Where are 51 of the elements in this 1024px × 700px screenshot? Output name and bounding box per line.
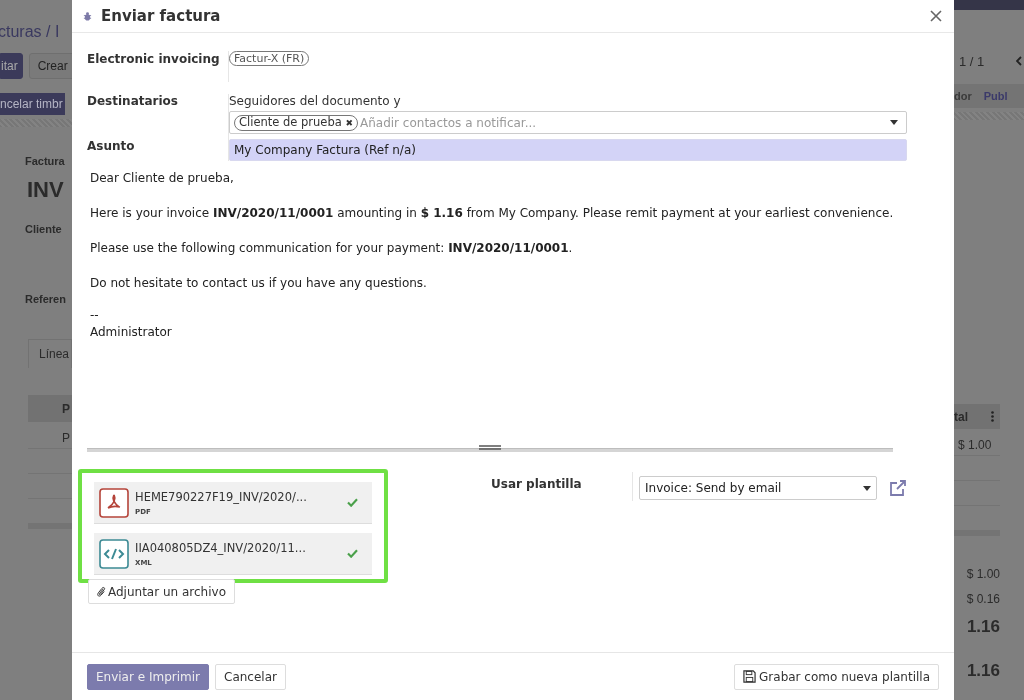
send-print-button[interactable]: Enviar e Imprimir [87,663,209,690]
recipients-field[interactable]: Cliente de prueba ✖ Añadir contactos a notificar... [229,111,907,134]
signature-line: Administrator [90,324,173,341]
body-paragraph: Here is your invoice INV/2020/11/0001 amounting in $ 1.16 from My Company. Please remit payment at your earliest convenience. [90,206,895,220]
code-file-icon [99,538,129,569]
total-amount: $ 1.00 [966,566,1000,583]
body-paragraph: Dear Cliente de prueba, [90,171,235,185]
external-link-icon[interactable] [889,479,907,497]
pager-text: 1 / 1 [959,53,985,69]
bug-icon [83,11,92,21]
field-label: Usar plantilla [491,472,633,501]
paperclip-icon [97,586,106,597]
form-label: Factura [25,155,65,167]
cancel-button[interactable]: Cancelar [215,663,286,690]
recipients-note: Seguidores del documento y [229,94,401,108]
striped-bar [0,119,72,127]
striped-bar [954,112,1024,120]
save-template-button[interactable]: Grabar como nueva plantilla [734,663,939,690]
subject-field[interactable]: My Company Factura (Ref n/a) [229,139,907,161]
chevron-left-icon[interactable] [1016,56,1023,66]
customer-label: Cliente [25,223,62,235]
total-amount: 1.16 [966,660,1000,682]
pdf-file-icon [99,487,129,518]
reference-label: Referen [25,293,66,305]
field-label: Electronic invoicing [87,51,229,82]
attachment-name: HEME790227F19_INV/2020/... [135,489,308,504]
attach-file-button[interactable]: Adjuntar un archivo [88,579,235,604]
record-name: INV [27,177,64,203]
attachment-name: IIA040805DZ4_INV/2020/11... [135,540,307,555]
close-icon[interactable] [930,10,942,22]
table-header: P [28,395,72,422]
body-paragraph: Do not hesitate to contact us if you have any questions. [90,276,428,290]
template-select[interactable]: Invoice: Send by email [639,476,877,500]
table-header: tal [954,403,1000,430]
toolbar-button[interactable]: Crear [28,53,72,79]
caret-icon [890,120,898,125]
body-paragraph: Please use the following communication for your payment: INV/2020/11/0001. [90,241,574,255]
caret-icon [863,485,871,491]
table-cell-text: $ 1.00 [958,437,993,455]
field-label: Destinatarios [87,94,179,108]
resize-grip-icon[interactable] [479,445,501,450]
dialog-title: Enviar factura [101,7,221,25]
toolbar-button[interactable]: itar [0,53,23,79]
top-navigation-bar [954,0,1024,10]
field-label: Asunto [87,139,136,153]
total-amount: $ 0.16 [966,591,1000,608]
signature-line: -- [90,307,100,324]
total-amount: 1.16 [966,616,1000,638]
more-options-icon[interactable] [991,411,994,423]
status-button[interactable]: ncelar timbr [0,93,65,115]
table-cell-text: P [62,430,70,447]
